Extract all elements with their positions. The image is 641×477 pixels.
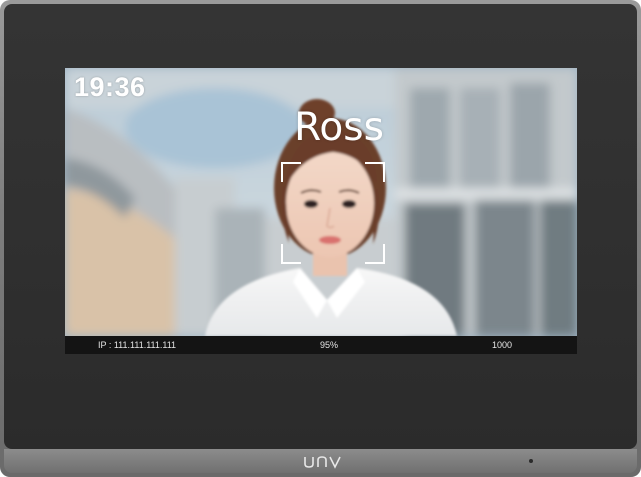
frame-corner-top-right	[365, 162, 385, 182]
frame-corner-bottom-left	[281, 244, 301, 264]
frame-corner-top-left	[281, 162, 301, 182]
record-count: 1000	[492, 340, 513, 350]
unv-logo	[304, 456, 341, 469]
status-bar: IP : 111.111.111.111 95% 1000	[65, 336, 577, 354]
match-score: 95%	[320, 340, 339, 350]
display-screen: 19:36 Ross IP : 111.111.111.111 95% 1000	[65, 68, 577, 354]
access-terminal-device: 19:36 Ross IP : 111.111.111.111 95% 1000	[0, 0, 641, 477]
face-detection-frame-icon	[281, 162, 385, 264]
clock-time: 19:36	[74, 72, 146, 102]
frame-corner-bottom-right	[365, 244, 385, 264]
recognized-person-name: Ross	[294, 105, 384, 150]
indicator-dot-icon	[529, 459, 533, 463]
ip-address: IP : 111.111.111.111	[98, 340, 177, 350]
